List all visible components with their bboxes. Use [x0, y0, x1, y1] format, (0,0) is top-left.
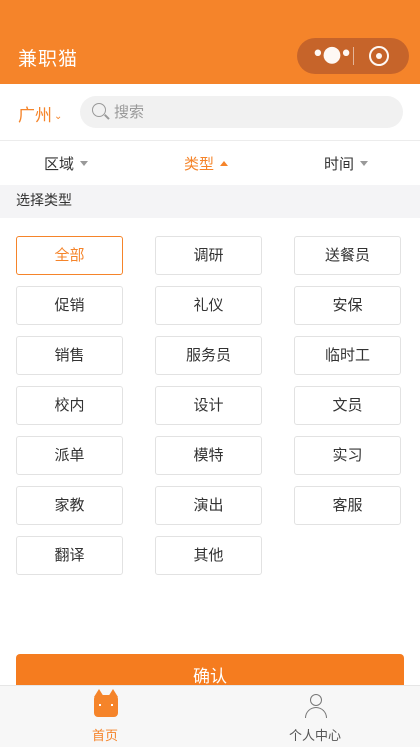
tab-profile[interactable]: 个人中心: [210, 686, 420, 747]
search-bar: 广州 ⌄: [0, 84, 420, 140]
more-icon[interactable]: •●•: [311, 38, 352, 74]
category-chip[interactable]: 调研: [155, 236, 262, 275]
city-selector[interactable]: 广州 ⌄: [18, 101, 62, 126]
chevron-down-icon: ⌄: [54, 111, 63, 122]
category-chip[interactable]: 实习: [294, 436, 401, 475]
tab-home[interactable]: 首页: [0, 686, 210, 747]
filter-area-label: 区域: [44, 155, 75, 173]
filter-area[interactable]: 区域: [44, 153, 89, 174]
filter-time[interactable]: 时间: [324, 153, 369, 174]
category-chip[interactable]: 送餐员: [294, 236, 401, 275]
search-icon: [92, 103, 106, 117]
capsule-divider: [353, 47, 354, 65]
caret-down-icon: [360, 161, 369, 166]
close-target-icon[interactable]: [369, 46, 389, 66]
category-chip[interactable]: 促销: [16, 286, 123, 325]
cat-home-icon: [94, 689, 118, 717]
category-chip[interactable]: 设计: [155, 386, 262, 425]
category-chip[interactable]: 派单: [16, 436, 123, 475]
app-title: 兼职猫: [18, 48, 79, 70]
search-box[interactable]: [80, 96, 403, 128]
tab-home-label: 首页: [91, 729, 118, 744]
category-chip[interactable]: 家教: [16, 486, 123, 525]
section-title: 选择类型: [0, 185, 420, 218]
miniprogram-capsule: •●•: [297, 38, 409, 74]
category-chip[interactable]: 礼仪: [155, 286, 262, 325]
tab-bar: 首页 个人中心: [0, 685, 420, 747]
category-chip[interactable]: 服务员: [155, 336, 262, 375]
search-input[interactable]: [114, 96, 394, 128]
category-chip[interactable]: 销售: [16, 336, 123, 375]
tab-profile-label: 个人中心: [288, 729, 341, 744]
category-chip[interactable]: 模特: [155, 436, 262, 475]
filter-bar: 区域 类型 时间: [0, 140, 420, 185]
filter-type-label: 类型: [184, 155, 215, 173]
filter-type[interactable]: 类型: [184, 153, 229, 174]
category-chip[interactable]: 其他: [155, 536, 262, 575]
category-chip[interactable]: 全部: [16, 236, 123, 275]
category-chip[interactable]: 校内: [16, 386, 123, 425]
category-chip[interactable]: 安保: [294, 286, 401, 325]
category-chip[interactable]: 翻译: [16, 536, 123, 575]
city-label: 广州: [18, 106, 52, 126]
filter-time-label: 时间: [324, 155, 355, 173]
category-chip[interactable]: 文员: [294, 386, 401, 425]
category-chip[interactable]: 临时工: [294, 336, 401, 375]
category-chip[interactable]: 客服: [294, 486, 401, 525]
caret-down-icon: [80, 161, 89, 166]
caret-up-icon: [220, 161, 229, 166]
category-chip[interactable]: 演出: [155, 486, 262, 525]
user-icon: [304, 694, 328, 720]
top-bar: 兼职猫 •●•: [0, 0, 420, 84]
